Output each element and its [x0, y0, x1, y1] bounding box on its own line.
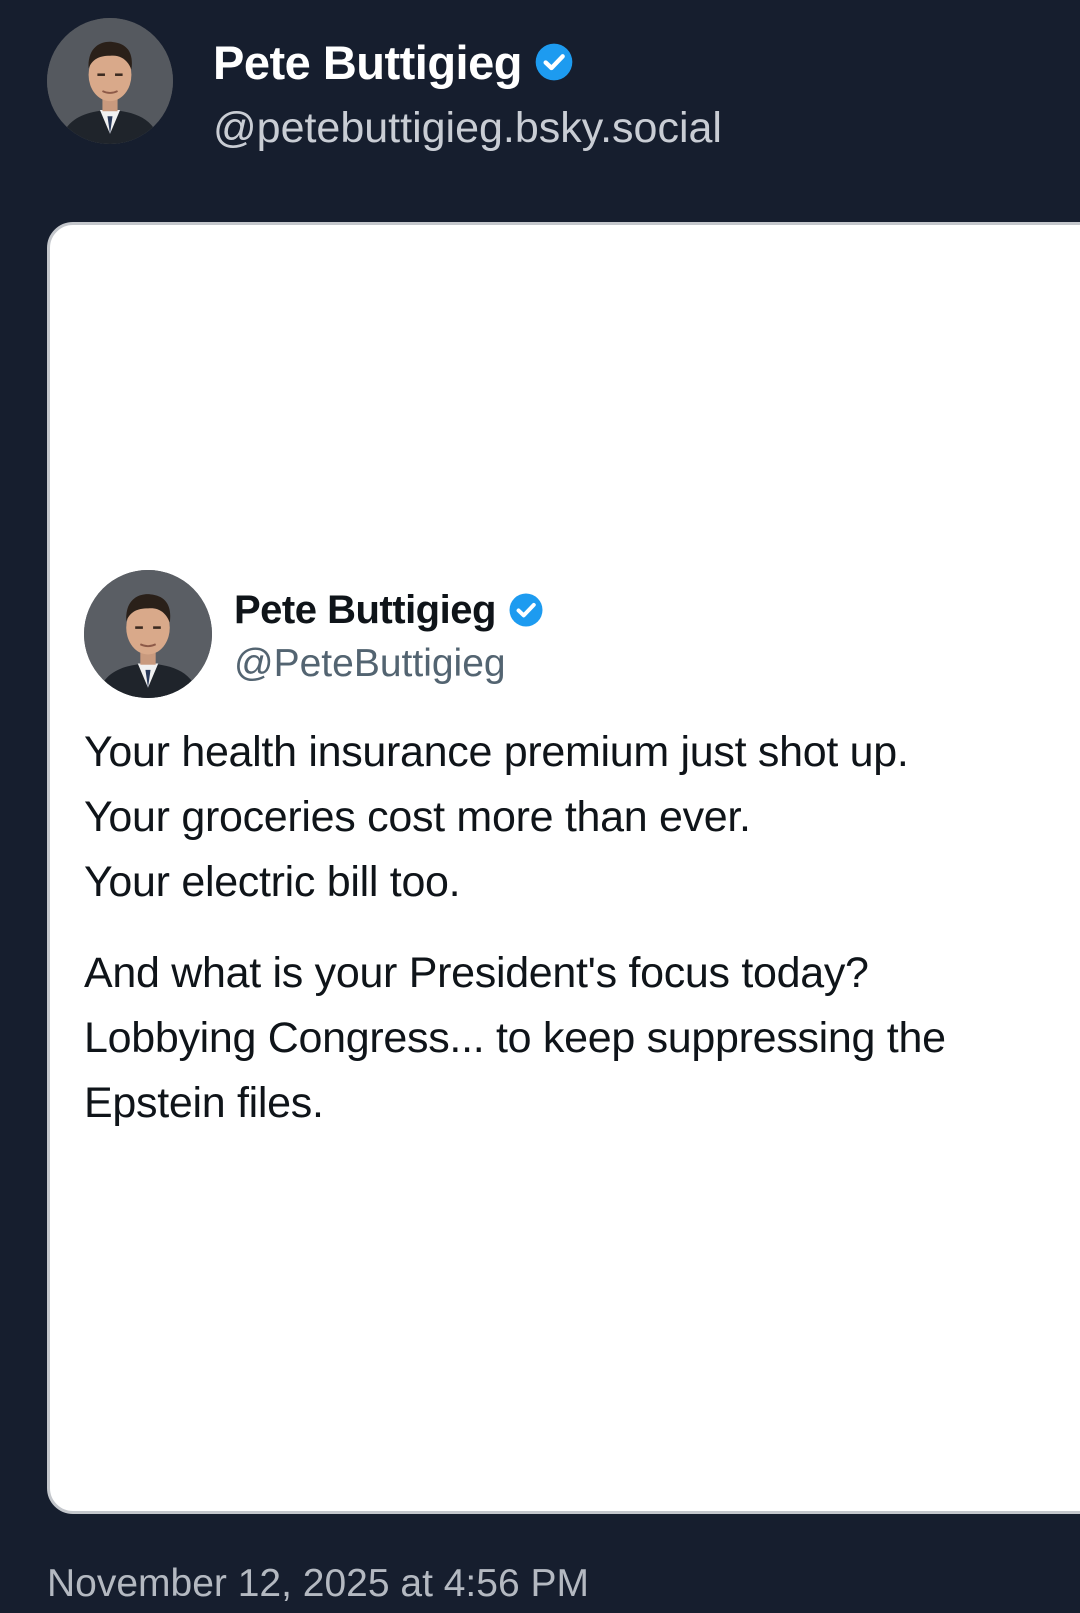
- tweet-line: Your electric bill too.: [84, 858, 461, 906]
- author-name-row: Pete Buttigieg: [213, 32, 574, 92]
- author-avatar[interactable]: [47, 18, 173, 144]
- tweet-line: Your health insurance premium just shot …: [84, 728, 909, 776]
- tweet-line: Your groceries cost more than ever.: [84, 793, 751, 841]
- tweet-author-name-row: Pete Buttigieg: [234, 584, 544, 636]
- tweet-author-name: Pete Buttigieg: [234, 587, 496, 632]
- tweet-line: And what is your President's focus today…: [84, 949, 869, 997]
- post-header: Pete Buttigieg @petebuttigieg.bsky.socia…: [47, 18, 1047, 152]
- avatar-portrait-icon: [84, 570, 212, 698]
- avatar-portrait-icon: [47, 18, 173, 144]
- post-timestamp[interactable]: November 12, 2025 at 4:56 PM: [47, 1562, 589, 1606]
- author-name[interactable]: Pete Buttigieg: [213, 35, 522, 90]
- verified-badge-icon: [508, 592, 544, 628]
- verified-badge-icon: [534, 42, 574, 82]
- tweet-line: Epstein files.: [84, 1079, 324, 1127]
- tweet-author-handle: @PeteButtigieg: [234, 642, 506, 685]
- tweet-text: Your health insurance premium just shot …: [84, 720, 1074, 1136]
- author-handle[interactable]: @petebuttigieg.bsky.social: [213, 104, 722, 153]
- tweet-line: Lobbying Congress... to keep suppressing…: [84, 1014, 946, 1062]
- tweet-author-avatar: [84, 570, 212, 698]
- embedded-image-card[interactable]: Pete Buttigieg @PeteButtigieg Your healt…: [47, 222, 1080, 1514]
